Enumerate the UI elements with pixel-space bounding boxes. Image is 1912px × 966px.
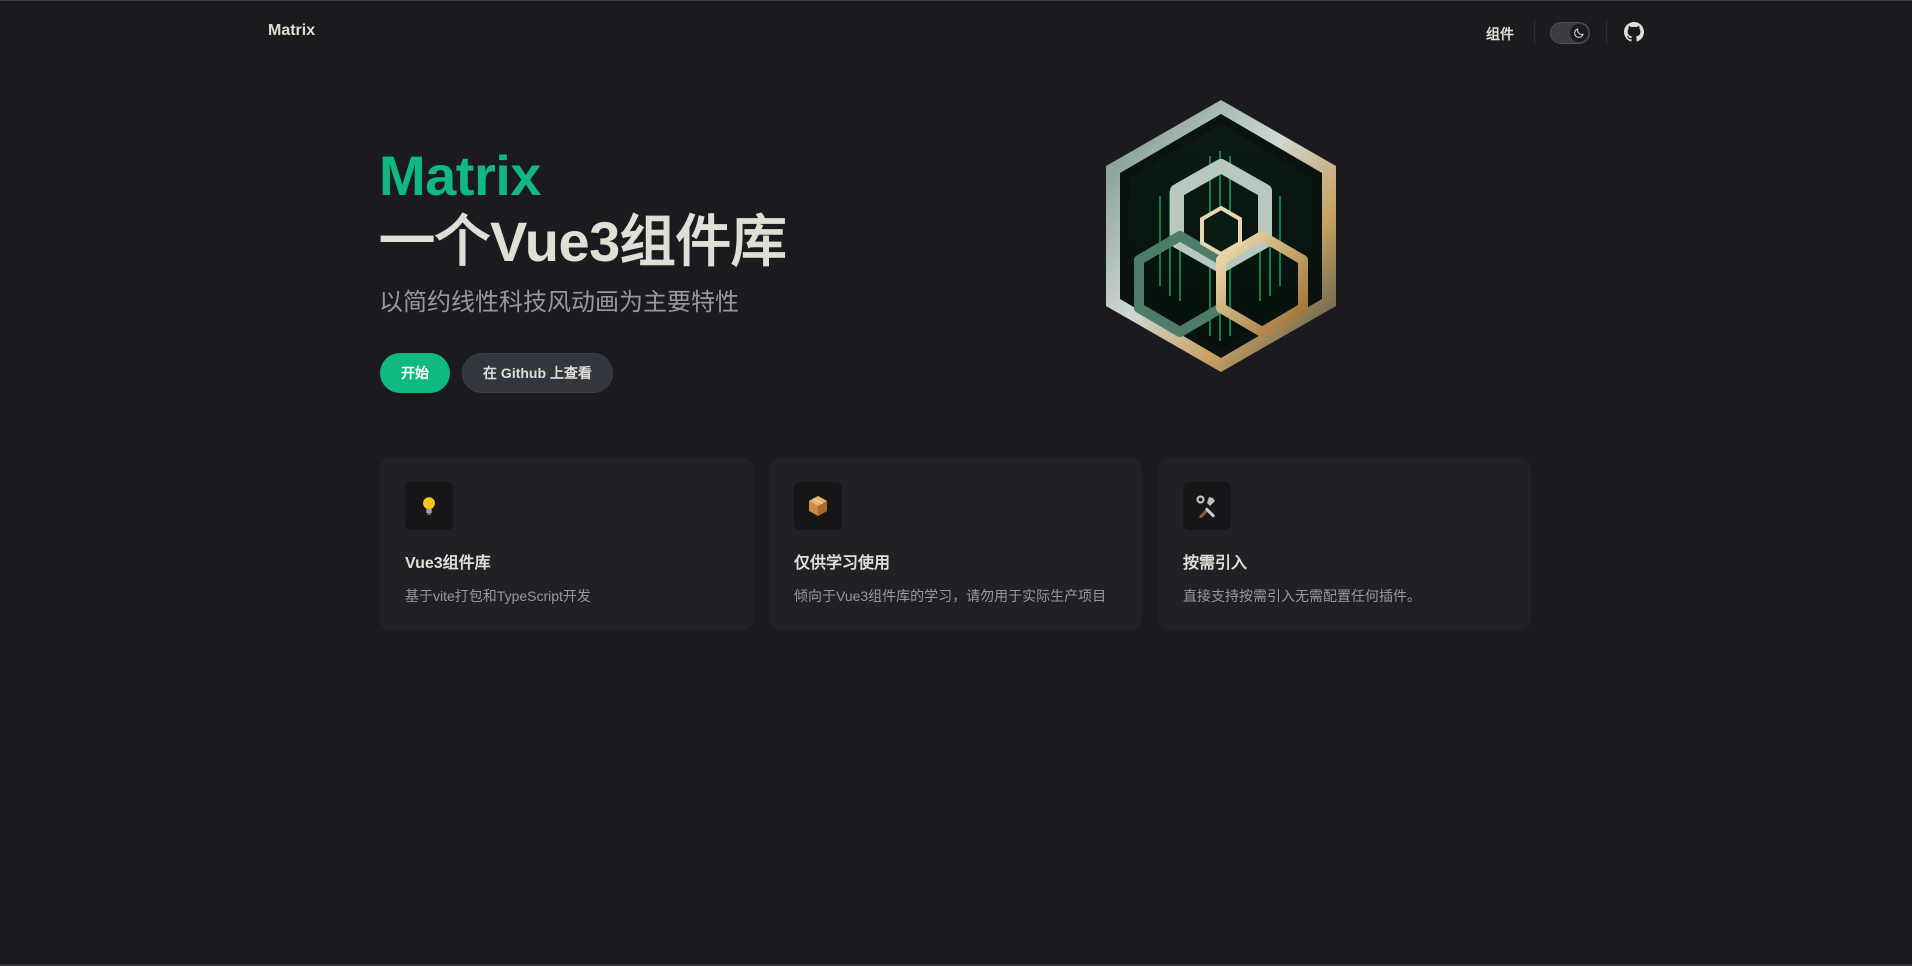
feature-details: 直接支持按需引入无需配置任何插件。 — [1183, 588, 1421, 604]
moon-icon — [1570, 24, 1588, 42]
navbar: Matrix 组件 — [0, 0, 1912, 64]
get-started-button[interactable]: 开始 — [380, 353, 450, 393]
hero-name: Matrix — [379, 144, 541, 207]
github-icon[interactable] — [1624, 22, 1644, 42]
hero-logo-image — [1100, 96, 1342, 378]
feature-card: Vue3组件库 基于vite打包和TypeScript开发 — [380, 457, 753, 631]
package-icon — [794, 482, 842, 530]
feature-title: 按需引入 — [1183, 555, 1248, 572]
feature-card: 按需引入 直接支持按需引入无需配置任何插件。 — [1158, 457, 1531, 631]
view-on-github-button[interactable]: 在 Github 上查看 — [462, 353, 613, 393]
nav-link-components[interactable]: 组件 — [1486, 24, 1514, 44]
hero-tagline: 以简约线性科技风动画为主要特性 — [379, 289, 739, 316]
feature-card: 仅供学习使用 倾向于Vue3组件库的学习，请勿用于实际生产项目 — [769, 457, 1142, 631]
nav-divider — [1606, 20, 1607, 44]
feature-details: 基于vite打包和TypeScript开发 — [405, 588, 591, 604]
nav-brand[interactable]: Matrix — [268, 22, 315, 40]
feature-title: Vue3组件库 — [405, 555, 491, 572]
tools-icon — [1183, 482, 1231, 530]
feature-details: 倾向于Vue3组件库的学习，请勿用于实际生产项目 — [794, 588, 1107, 604]
feature-title: 仅供学习使用 — [794, 555, 891, 572]
hero-text: 一个Vue3组件库 — [379, 210, 787, 273]
theme-toggle[interactable] — [1550, 22, 1590, 44]
nav-divider — [1534, 20, 1535, 44]
lightbulb-icon — [405, 482, 453, 530]
